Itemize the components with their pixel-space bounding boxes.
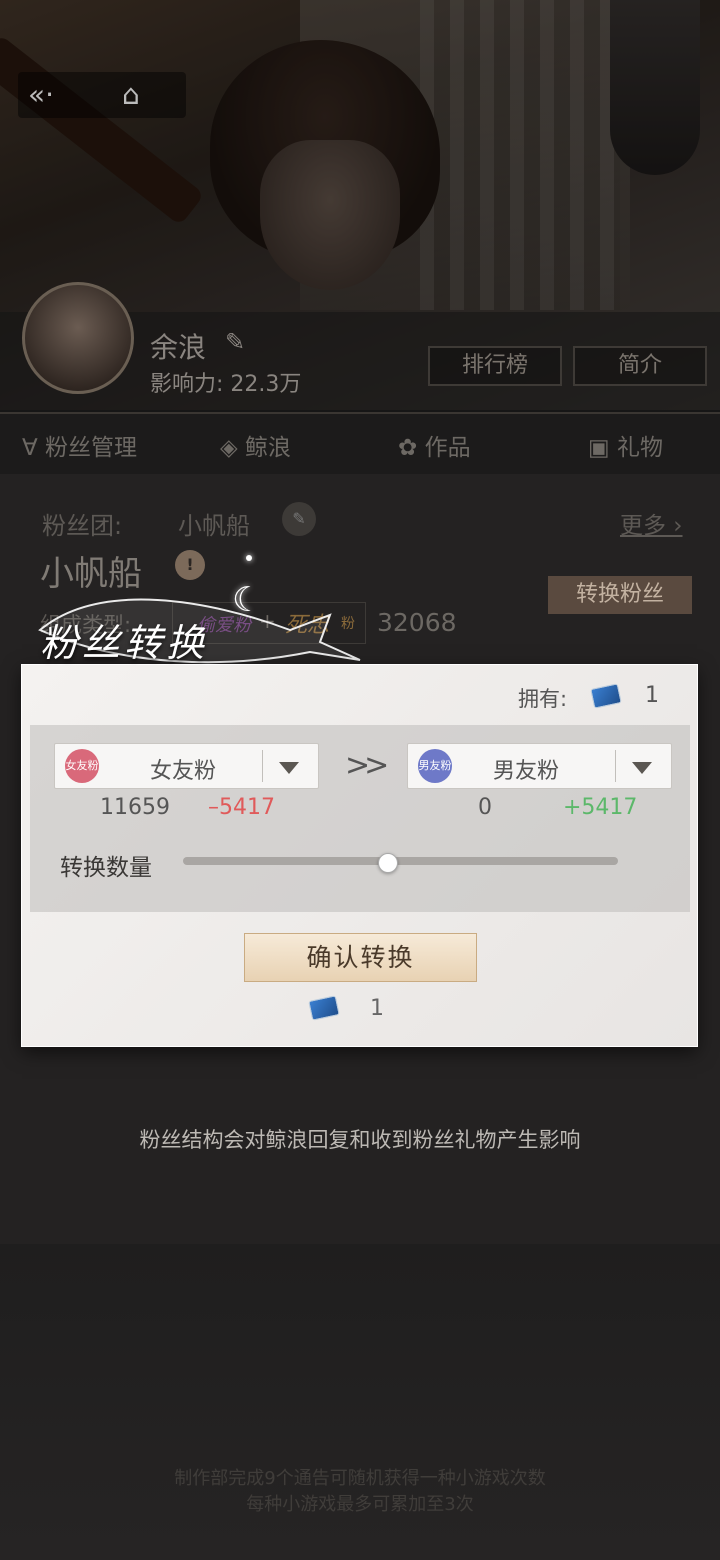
select-divider: [262, 750, 263, 782]
fan-structure-note: 粉丝结构会对鲸浪回复和收到粉丝礼物产生影响: [139, 1128, 581, 1152]
source-fan-label: 女友粉: [149, 759, 216, 784]
slider-label: 转换数量: [60, 855, 152, 881]
tab-jinglang[interactable]: ◈ 鲸浪: [220, 428, 291, 462]
cost-count: 1: [370, 996, 384, 1021]
profile-name: 余浪: [150, 331, 207, 364]
confirm-convert-button[interactable]: 确认转换: [244, 933, 477, 982]
star-icon: [246, 555, 252, 561]
intro-button[interactable]: 简介: [573, 346, 707, 386]
source-fan-delta: –5417: [208, 795, 275, 820]
tab-bar: ∀ 粉丝管理 ◈ 鲸浪 ✿ 作品 ▣ 礼物: [0, 412, 720, 476]
fan-icon: ∀: [22, 435, 46, 461]
target-fan-count: 0: [478, 795, 492, 820]
ranking-button[interactable]: 排行榜: [428, 346, 562, 386]
target-fan-label: 男友粉: [492, 759, 559, 784]
chevron-down-icon[interactable]: [279, 762, 299, 774]
back-icon[interactable]: «·: [28, 78, 54, 111]
film-icon: ✿: [398, 435, 425, 461]
tab-fan-management[interactable]: ∀ 粉丝管理: [22, 428, 137, 462]
convert-fans-button[interactable]: 转换粉丝: [548, 576, 692, 614]
fan-group-label: 粉丝团:: [42, 512, 123, 540]
moon-icon: ☾: [232, 580, 263, 620]
influence-text: 影响力: 22.3万: [150, 372, 302, 397]
target-fan-select[interactable]: 男友粉 男友粉: [407, 743, 672, 789]
tab-works[interactable]: ✿ 作品: [398, 428, 471, 462]
dialog-title: 粉丝转换: [40, 621, 209, 665]
own-count: 1: [645, 683, 659, 708]
tab-gifts[interactable]: ▣ 礼物: [588, 428, 663, 462]
edit-icon[interactable]: ✎: [225, 328, 245, 356]
top-navbar: «· ⌂: [18, 72, 186, 118]
home-icon[interactable]: ⌂: [122, 78, 140, 111]
select-divider: [615, 750, 616, 782]
fan-group-name: 小帆船: [178, 512, 250, 540]
source-fan-count: 11659: [100, 795, 170, 820]
more-link[interactable]: 更多 ›: [620, 506, 683, 540]
edit-icon[interactable]: ✎: [282, 502, 316, 536]
fan-total: 32068: [377, 608, 457, 637]
chevron-down-icon[interactable]: [632, 762, 652, 774]
double-arrow-icon: >>: [345, 748, 389, 783]
avatar[interactable]: [22, 282, 134, 394]
target-fan-delta: +5417: [563, 795, 638, 820]
gift-icon: ▣: [588, 435, 618, 461]
source-fan-select[interactable]: 女友粉 女友粉: [54, 743, 319, 789]
own-label: 拥有:: [518, 687, 568, 711]
whale-icon: ◈: [220, 435, 245, 461]
bottom-hint: 制作部完成9个通告可随机获得一种小游戏次数 每种小游戏最多可累加至3次: [174, 1468, 546, 1515]
quantity-slider[interactable]: [183, 857, 618, 865]
